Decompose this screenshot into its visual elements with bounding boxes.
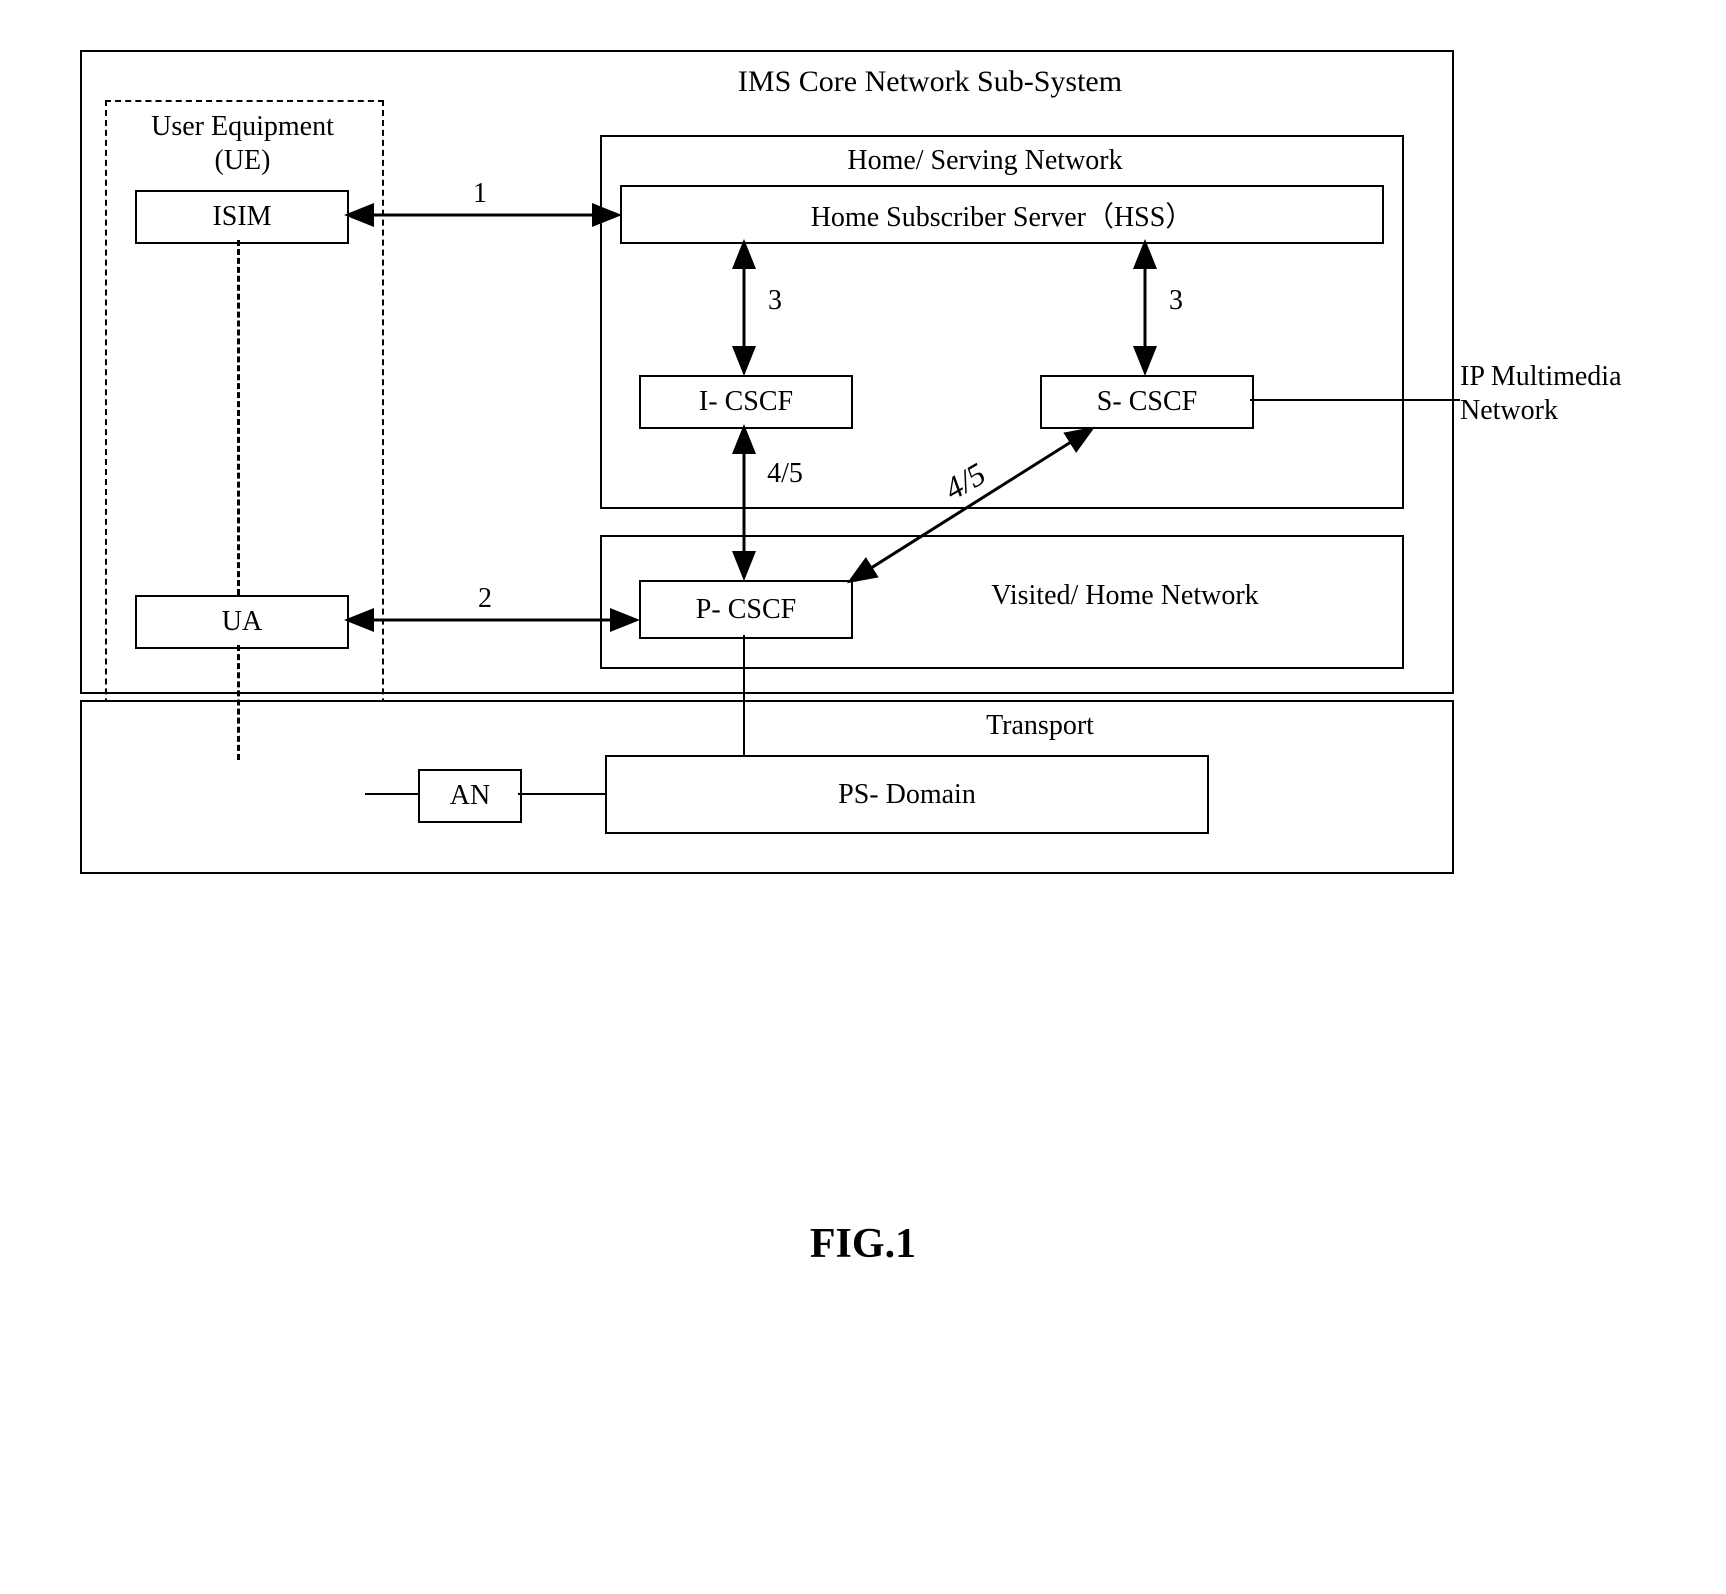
ims-core-title: IMS Core Network Sub-System <box>730 65 1130 99</box>
transport-title: Transport <box>940 710 1140 742</box>
i-cscf-box: I- CSCF <box>639 375 853 429</box>
visited-home-title: Visited/ Home Network <box>950 580 1300 612</box>
ip-multimedia-label: IP Multimedia Network <box>1460 360 1685 427</box>
ue-title-line2: (UE) <box>215 145 271 176</box>
an-psdomain-link <box>518 793 605 795</box>
scscf-external-link <box>1250 399 1460 401</box>
label-2: 2 <box>470 583 500 615</box>
isim-ua-link <box>237 240 240 595</box>
psaccess-an-link <box>365 793 418 795</box>
ps-domain-box: PS- Domain <box>605 755 1209 834</box>
ua-label: UA <box>222 606 262 638</box>
ip-multimedia-line1: IP Multimedia <box>1460 361 1622 392</box>
label-1: 1 <box>465 178 495 210</box>
hss-label: Home Subscriber Server（HSS） <box>811 195 1194 235</box>
an-label: AN <box>450 780 490 812</box>
ip-multimedia-line2: Network <box>1460 395 1558 426</box>
ue-title: User Equipment (UE) <box>120 110 365 177</box>
i-cscf-label: I- CSCF <box>699 386 793 418</box>
ua-box: UA <box>135 595 349 649</box>
ims-diagram: IMS Core Network Sub-System User Equipme… <box>40 40 1686 1040</box>
isim-label: ISIM <box>212 201 271 233</box>
figure-caption: FIG.1 <box>40 1220 1686 1268</box>
p-cscf-label: P- CSCF <box>696 594 796 626</box>
s-cscf-label: S- CSCF <box>1097 386 1197 418</box>
pcscf-psdomain-link <box>743 635 745 755</box>
hss-box: Home Subscriber Server（HSS） <box>620 185 1384 244</box>
label-45a: 4/5 <box>760 458 810 490</box>
ue-title-line1: User Equipment <box>151 111 334 142</box>
p-cscf-box: P- CSCF <box>639 580 853 639</box>
ps-domain-label: PS- Domain <box>838 779 976 811</box>
isim-box: ISIM <box>135 190 349 244</box>
ua-psaccess-link <box>237 645 240 760</box>
label-3b: 3 <box>1161 285 1191 317</box>
label-3a: 3 <box>760 285 790 317</box>
s-cscf-box: S- CSCF <box>1040 375 1254 429</box>
an-box: AN <box>418 769 522 823</box>
home-serving-title: Home/ Serving Network <box>810 145 1160 177</box>
